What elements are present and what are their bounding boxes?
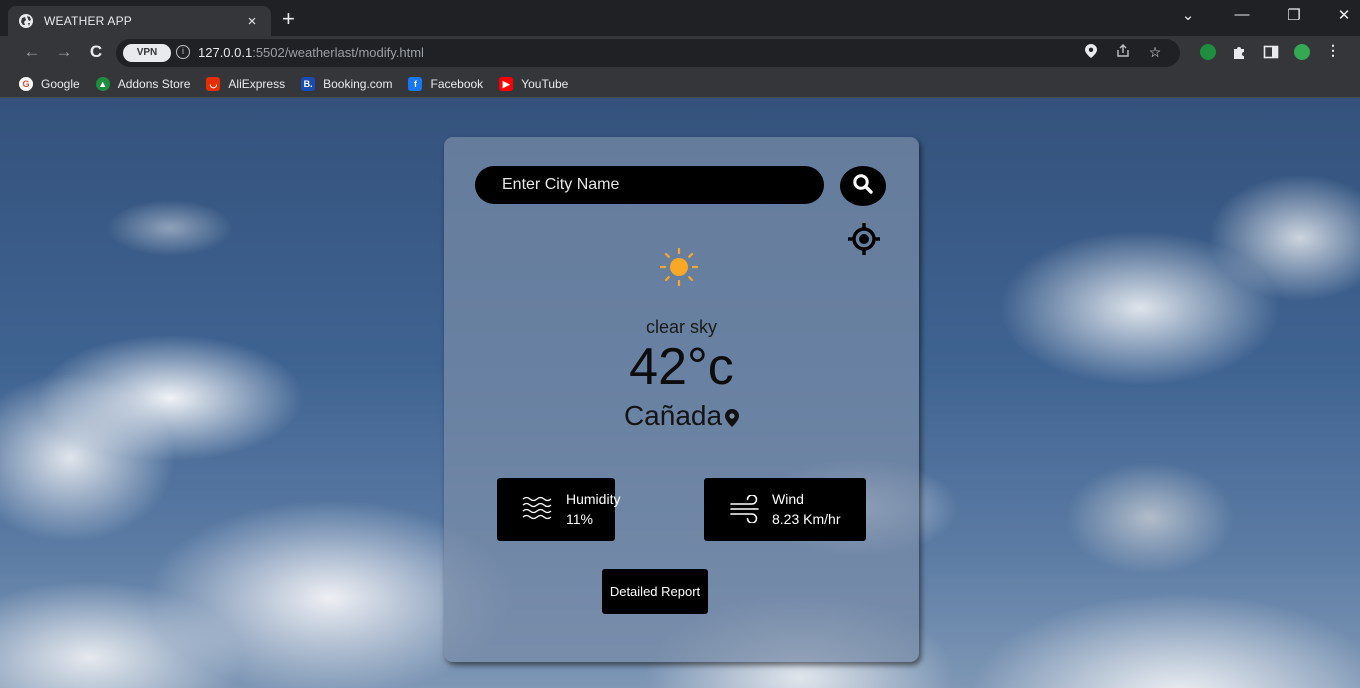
weather-description: clear sky (645, 317, 717, 337)
bookmark-google[interactable]: G Google (19, 76, 80, 91)
city-row: Cañada (444, 400, 919, 432)
forward-button[interactable]: → (53, 42, 75, 62)
bookmark-addons-store[interactable]: ▲ Addons Store (95, 76, 191, 91)
bookmark-youtube[interactable]: ▶ YouTube (499, 76, 569, 91)
current-location-button[interactable] (844, 222, 884, 261)
close-window-button[interactable]: ✕ (1332, 6, 1356, 24)
sky-background: clear sky 42°c Cañada Humidity 11% (0, 98, 1360, 688)
browser-tab-strip: WEATHER APP × + ⌄ — ❐ ✕ (0, 0, 1360, 36)
shield-check-extension-icon[interactable] (1294, 44, 1310, 60)
city-search-input[interactable] (475, 166, 824, 204)
temperature-value: 42 (629, 338, 688, 396)
url-text[interactable]: 127.0.0.1:5502/weatherlast/modify.html (198, 45, 424, 60)
side-panel-icon[interactable] (1262, 44, 1280, 63)
bookmark-star-icon[interactable]: ☆ (1146, 44, 1164, 61)
wind-icon (730, 494, 762, 528)
sun-icon (659, 247, 699, 287)
tab-search-icon[interactable]: ⌄ (1176, 6, 1200, 24)
bookmark-label: Google (41, 76, 80, 91)
restore-button[interactable]: ❐ (1282, 6, 1306, 24)
wind-value: 8.23 Km/hr (772, 511, 841, 527)
site-info-icon[interactable]: i (176, 45, 190, 59)
location-pin-icon[interactable] (1082, 44, 1100, 61)
url-host: 127.0.0.1 (198, 45, 253, 60)
browser-tab[interactable]: WEATHER APP × (8, 6, 271, 36)
google-icon: G (19, 76, 33, 91)
browser-menu-icon[interactable]: ⋮ (1324, 42, 1342, 59)
tab-title: WEATHER APP (44, 14, 132, 28)
minimize-button[interactable]: — (1230, 6, 1254, 23)
humidity-waves-icon (522, 495, 552, 526)
wind-panel: Wind 8.23 Km/hr (704, 478, 866, 541)
youtube-icon: ▶ (499, 76, 514, 91)
bookmark-facebook[interactable]: f Facebook (408, 76, 484, 91)
bookmark-label: AliExpress (228, 76, 286, 91)
browser-toolbar: ← → C VPN i 127.0.0.1:5502/weatherlast/m… (0, 36, 1360, 70)
tab-close-icon[interactable]: × (243, 13, 261, 30)
bookmark-label: YouTube (521, 76, 569, 91)
city-name: Cañada (623, 400, 723, 431)
bookmark-aliexpress[interactable]: ◡ AliExpress (206, 76, 286, 91)
crosshair-location-icon (845, 222, 883, 261)
weather-card: clear sky 42°c Cañada Humidity 11% (444, 137, 919, 662)
humidity-label: Humidity (566, 491, 621, 507)
search-icon (852, 173, 874, 200)
humidity-value: 11% (566, 511, 593, 527)
addons-store-icon: ▲ (95, 76, 110, 91)
temperature: 42°c (444, 337, 919, 397)
extensions-puzzle-icon[interactable] (1230, 44, 1248, 63)
wind-label: Wind (772, 491, 804, 507)
bookmarks-bar: G Google ▲ Addons Store ◡ AliExpress B. … (0, 70, 1360, 98)
globe-icon (18, 13, 34, 29)
address-bar[interactable]: VPN i 127.0.0.1:5502/weatherlast/modify.… (116, 39, 1180, 67)
bookmark-label: Facebook (430, 76, 484, 91)
bookmark-label: Booking.com (323, 76, 393, 91)
aliexpress-icon: ◡ (206, 76, 221, 91)
back-button[interactable]: ← (21, 42, 43, 62)
vpn-badge[interactable]: VPN (123, 44, 171, 62)
booking-icon: B. (301, 76, 316, 91)
search-button[interactable] (840, 166, 886, 206)
reload-button[interactable]: C (85, 42, 107, 62)
new-tab-button[interactable]: + (282, 8, 295, 30)
humidity-panel: Humidity 11% (497, 478, 620, 541)
temperature-unit: °c (687, 338, 734, 396)
share-icon[interactable] (1114, 44, 1132, 61)
vpn-extension-icon[interactable] (1200, 44, 1216, 60)
detailed-report-button[interactable]: Detailed Report (602, 569, 708, 614)
url-path: :5502/weatherlast/modify.html (252, 45, 424, 60)
map-pin-icon (725, 409, 740, 427)
bookmark-booking[interactable]: B. Booking.com (301, 76, 393, 91)
bookmark-label: Addons Store (117, 76, 191, 91)
facebook-icon: f (408, 76, 423, 91)
